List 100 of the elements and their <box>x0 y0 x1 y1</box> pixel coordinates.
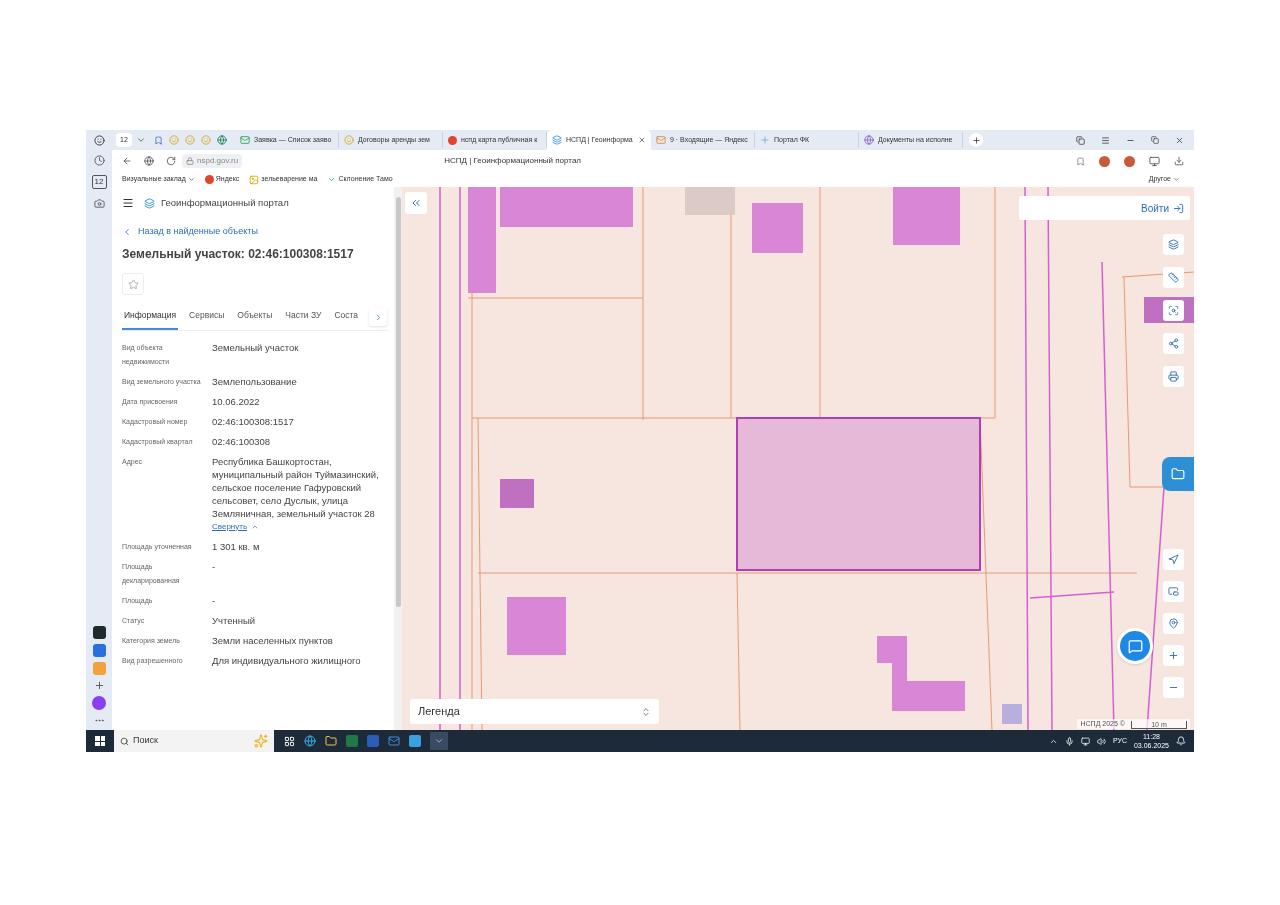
map-tool-button[interactable] <box>1163 300 1184 321</box>
bookmark-tab-button[interactable] <box>1162 457 1194 491</box>
layers-icon <box>552 135 562 145</box>
lock-icon <box>186 157 194 165</box>
panel-tab[interactable]: Части ЗУ <box>283 309 324 330</box>
collapse-panel-button[interactable] <box>405 192 427 214</box>
globe-icon[interactable] <box>217 135 227 145</box>
minimap-icon <box>1168 586 1179 597</box>
mail-icon[interactable] <box>388 735 400 747</box>
panel-tab[interactable]: Сервисы <box>187 309 227 330</box>
field-value: Земельный участок <box>212 341 300 354</box>
back-icon[interactable] <box>122 156 132 166</box>
field-value: - <box>212 560 217 573</box>
map-tool-button[interactable] <box>1163 581 1184 602</box>
up-down-chevron-icon <box>641 706 651 717</box>
chevron-left-icon <box>122 227 132 237</box>
plus-icon <box>971 135 981 145</box>
search-field[interactable]: Поиск <box>114 730 274 752</box>
chevron-down-icon <box>434 736 444 746</box>
extension-icon[interactable] <box>1124 155 1135 167</box>
scan-search-icon <box>1168 305 1179 316</box>
star-icon <box>127 278 139 290</box>
chevron-up-icon <box>251 523 260 531</box>
login-icon <box>1173 202 1184 214</box>
field-value: 10.06.2022 <box>212 395 261 408</box>
new-tab-button[interactable] <box>969 133 983 147</box>
cross-icon <box>760 135 770 145</box>
monitor-icon[interactable] <box>1149 155 1160 167</box>
map-tool-button[interactable] <box>1163 267 1184 288</box>
chat-icon <box>1127 638 1143 654</box>
notification-icon[interactable] <box>1176 736 1186 746</box>
scrollbar[interactable] <box>394 187 402 730</box>
close-icon[interactable] <box>1175 135 1184 145</box>
locate-icon <box>1168 554 1179 565</box>
page-title: НСПД | Геоинформационный портал <box>444 155 581 167</box>
pinned-tab-icon[interactable] <box>154 135 163 145</box>
field-value: 02:46:100308 <box>212 435 272 448</box>
globe-icon <box>864 135 874 145</box>
sparkle-icon <box>254 734 268 748</box>
map-tool-button[interactable] <box>1163 366 1184 387</box>
printer-icon <box>1168 371 1179 382</box>
map-tool-button[interactable] <box>1163 234 1184 255</box>
login-button[interactable]: Войти <box>1019 196 1190 220</box>
add-icon[interactable] <box>93 680 105 691</box>
search-icon <box>120 736 129 746</box>
download-icon[interactable] <box>1174 156 1184 166</box>
image-icon <box>249 174 260 185</box>
pin-icon <box>1168 618 1179 629</box>
mail-icon <box>240 135 250 145</box>
panel-tab[interactable]: Объекты <box>235 309 275 330</box>
chevron-down-icon[interactable] <box>136 135 146 145</box>
copy-icon[interactable] <box>1076 135 1085 145</box>
volume-icon[interactable] <box>1096 736 1106 746</box>
calendar-badge[interactable]: 12 <box>91 175 107 189</box>
chevron-down-icon <box>1173 176 1180 183</box>
collapse-link[interactable]: Свернуть <box>212 520 382 534</box>
assistant-icon[interactable] <box>92 696 106 710</box>
layers-icon <box>1168 239 1179 250</box>
smile-icon <box>344 135 354 145</box>
extension-icon[interactable] <box>1099 155 1110 167</box>
folder-icon <box>1171 467 1185 481</box>
profile-icon[interactable] <box>93 134 105 146</box>
legend-dropdown[interactable]: Легенда <box>410 699 659 724</box>
logo-icon <box>144 197 155 209</box>
portal-title: Геоинформационный портал <box>161 195 289 210</box>
network-icon[interactable] <box>1080 736 1090 746</box>
app-icon[interactable] <box>92 626 106 639</box>
close-icon[interactable] <box>638 136 646 144</box>
restore-icon[interactable] <box>1151 136 1159 144</box>
map-tool-button[interactable] <box>1163 613 1184 634</box>
document-icon[interactable] <box>367 735 379 747</box>
map-tool-button[interactable] <box>1163 549 1184 570</box>
field-value: Учтенный <box>212 614 257 627</box>
spreadsheet-icon[interactable] <box>346 735 358 747</box>
folder-icon[interactable] <box>325 735 337 747</box>
ruler-icon <box>1168 272 1179 283</box>
history-icon[interactable] <box>93 155 105 166</box>
double-chevron-icon <box>410 197 422 209</box>
mail-icon <box>656 135 666 145</box>
field-value: - <box>212 594 217 607</box>
panel-tab[interactable]: Соста <box>332 309 361 330</box>
browser-icon[interactable] <box>304 735 316 747</box>
share-icon <box>1168 338 1179 349</box>
task-view-icon[interactable] <box>284 735 295 747</box>
windows-icon[interactable] <box>95 736 105 746</box>
panel-tab[interactable]: Информация <box>122 309 179 330</box>
map-tool-button[interactable] <box>1163 645 1184 666</box>
mic-icon[interactable] <box>1064 736 1074 746</box>
bookmark-icon[interactable] <box>1076 156 1085 166</box>
camera-icon[interactable] <box>93 198 105 209</box>
reload-icon[interactable] <box>166 156 176 166</box>
chevron-down-icon <box>187 176 195 183</box>
parcel-heading: Земельный участок: 02:46:100308:1517 <box>122 246 355 263</box>
map-tool-button[interactable] <box>1163 333 1184 354</box>
field-value: 1 301 кв. м <box>212 540 261 553</box>
field-value: Землепользование <box>212 375 298 388</box>
menu-icon[interactable] <box>122 197 134 209</box>
field-value: 02:46:100308:1517 <box>212 415 295 428</box>
field-value: Для индивидуального жилищного <box>212 654 362 667</box>
back-link[interactable]: Назад в найденные объекты <box>122 219 388 245</box>
